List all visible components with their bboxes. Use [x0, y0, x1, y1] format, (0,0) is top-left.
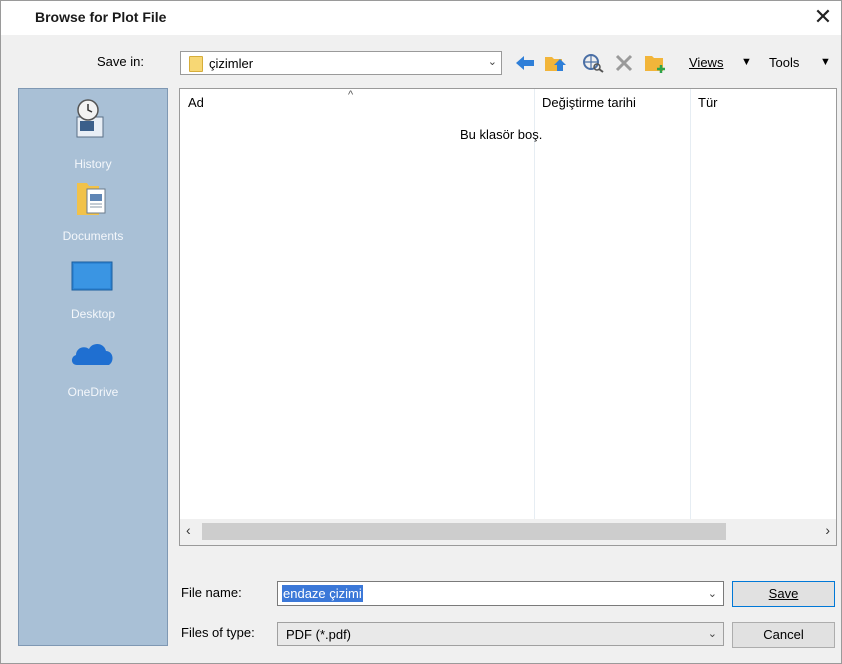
save-button-label: Save [768, 586, 799, 601]
save-in-combo[interactable]: çizimler ⌄ [180, 51, 502, 75]
documents-icon [77, 183, 106, 215]
filetype-select[interactable]: PDF (*.pdf) ⌄ [277, 622, 724, 646]
save-in-label: Save in: [97, 54, 144, 69]
dialog-title: Browse for Plot File [35, 9, 167, 25]
up-folder-icon[interactable] [544, 53, 568, 73]
tools-dropdown-icon[interactable]: ▼ [820, 56, 831, 68]
empty-folder-message: Bu klasör boş. [460, 127, 543, 142]
folder-icon [189, 56, 203, 72]
scrollbar-thumb[interactable] [202, 523, 726, 540]
views-dropdown-icon[interactable]: ▼ [741, 56, 752, 68]
column-divider [534, 89, 535, 519]
chevron-down-icon[interactable]: ⌄ [708, 627, 717, 640]
places-bar: History Documents Desktop OneDrive [18, 88, 168, 646]
back-arrow-icon[interactable] [514, 53, 536, 73]
place-onedrive[interactable]: OneDrive [19, 333, 167, 413]
place-desktop[interactable]: Desktop [19, 255, 167, 335]
tools-menu[interactable]: Tools [769, 55, 799, 70]
sort-ascending-icon: ^ [348, 89, 354, 101]
scroll-left-icon[interactable]: ‹ [186, 522, 191, 538]
save-in-value: çizimler [209, 56, 254, 71]
save-button[interactable]: Save [732, 581, 835, 607]
new-folder-icon[interactable] [644, 53, 668, 73]
filename-label: File name: [181, 585, 242, 600]
filename-value: endaze çizimi [282, 585, 363, 602]
views-menu[interactable]: Views [689, 55, 723, 70]
browse-dialog: Browse for Plot File ✕ Save in: çizimler… [0, 0, 842, 664]
search-web-icon[interactable] [582, 53, 604, 73]
desktop-icon [71, 261, 113, 291]
title-bar: Browse for Plot File ✕ [1, 1, 841, 35]
filename-input[interactable]: endaze çizimi ⌄ [277, 581, 724, 606]
history-icon [76, 99, 104, 138]
scroll-right-icon[interactable]: › [825, 522, 830, 538]
place-label: History [74, 157, 112, 171]
place-label: Desktop [70, 307, 116, 321]
place-label: Documents [62, 229, 124, 243]
place-label: OneDrive [67, 385, 119, 399]
cancel-button[interactable]: Cancel [732, 622, 835, 648]
file-list[interactable]: ^ Ad Değiştirme tarihi Tür Bu klasör boş… [179, 88, 837, 546]
column-header-name[interactable]: Ad [188, 95, 204, 110]
horizontal-scrollbar[interactable]: ‹ › [180, 519, 836, 545]
place-history[interactable]: History [19, 97, 167, 177]
filetype-value: PDF (*.pdf) [286, 627, 352, 642]
column-header-type[interactable]: Tür [698, 95, 718, 110]
place-documents[interactable]: Documents [19, 177, 167, 257]
delete-icon[interactable] [614, 53, 634, 73]
chevron-down-icon[interactable]: ⌄ [708, 587, 717, 600]
filetype-label: Files of type: [181, 625, 255, 640]
column-header-modified[interactable]: Değiştirme tarihi [542, 95, 636, 110]
column-divider [690, 89, 691, 519]
close-button[interactable]: ✕ [809, 3, 837, 31]
onedrive-icon [71, 343, 113, 365]
chevron-down-icon[interactable]: ⌄ [488, 55, 497, 68]
